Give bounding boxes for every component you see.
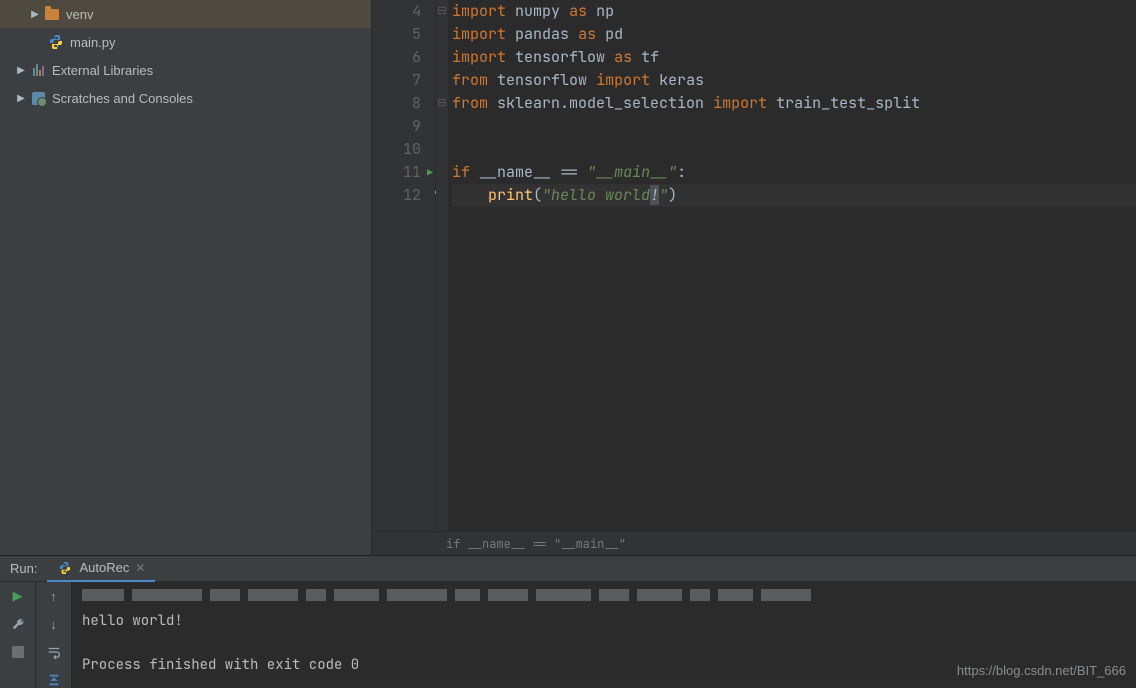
watermark: https://blog.csdn.net/BIT_666 [957,660,1126,682]
tree-item-label: venv [66,7,93,22]
line-number[interactable]: 10 [372,138,421,161]
tree-item-venv[interactable]: ▶ venv [0,0,371,28]
line-number[interactable]: 7 [372,69,421,92]
chevron-right-icon: ▶ [14,65,28,76]
wrench-icon[interactable] [10,616,26,632]
line-number[interactable]: 11▶ [372,161,421,184]
code-area[interactable]: import numpy as np import pandas as pd i… [448,0,1136,531]
python-file-icon [48,34,64,50]
tree-item-label: External Libraries [52,63,153,78]
console-output[interactable]: hello world! Process finished with exit … [72,582,1136,688]
run-header: Run: AutoRec ✕ [0,556,1136,582]
libraries-icon [30,62,46,78]
run-tool-window[interactable]: Run: AutoRec ✕ ▶ ↑ ↓ [0,555,1136,683]
tree-item-main-py[interactable]: main.py [0,28,371,56]
fold-icon[interactable]: ⊟ [436,92,448,115]
stop-icon[interactable] [10,644,26,660]
run-tab[interactable]: AutoRec ✕ [47,556,155,582]
line-number[interactable]: 4 [372,0,421,23]
folder-icon [44,6,60,22]
line-number[interactable]: 6 [372,46,421,69]
chevron-right-icon: ▶ [28,9,42,20]
tree-item-label: main.py [70,35,116,50]
python-file-icon [57,560,73,576]
console-line-redacted [82,588,1126,602]
code-editor[interactable]: 4 5 6 7 8 9 10 11▶ 12💡 ⊟ ⊟ import numpy … [372,0,1136,531]
scratches-icon [30,90,46,106]
soft-wrap-icon[interactable] [46,644,62,660]
run-toolbar-left: ▶ [0,582,36,688]
tree-item-external-libraries[interactable]: ▶ External Libraries [0,56,371,84]
run-toolbar-right: ↑ ↓ [36,582,72,688]
tree-item-label: Scratches and Consoles [52,91,193,106]
project-sidebar[interactable]: ▶ venv main.py ▶ External Libraries ▶ Sc… [0,0,372,555]
up-arrow-icon[interactable]: ↑ [46,588,62,604]
run-gutter-icon[interactable]: ▶ [427,161,433,184]
console-line: hello world! [82,610,1126,632]
line-number[interactable]: 5 [372,23,421,46]
gutter[interactable]: 4 5 6 7 8 9 10 11▶ 12💡 [372,0,436,531]
run-label: Run: [0,561,47,576]
tree-item-scratches[interactable]: ▶ Scratches and Consoles [0,84,371,112]
project-tree[interactable]: ▶ venv main.py ▶ External Libraries ▶ Sc… [0,0,371,555]
rerun-icon[interactable]: ▶ [10,588,26,604]
scroll-to-end-icon[interactable] [46,672,62,688]
fold-icon[interactable]: ⊟ [436,0,448,23]
chevron-right-icon: ▶ [14,93,28,104]
down-arrow-icon[interactable]: ↓ [46,616,62,632]
fold-column[interactable]: ⊟ ⊟ [436,0,448,531]
line-number[interactable]: 12💡 [372,184,421,207]
breadcrumb-text: if __name__ == "__main__" [446,536,626,552]
line-number[interactable]: 9 [372,115,421,138]
breadcrumb[interactable]: if __name__ == "__main__" [372,531,1136,555]
close-icon[interactable]: ✕ [135,561,145,575]
line-number[interactable]: 8 [372,92,421,115]
run-tab-label: AutoRec [79,560,129,575]
